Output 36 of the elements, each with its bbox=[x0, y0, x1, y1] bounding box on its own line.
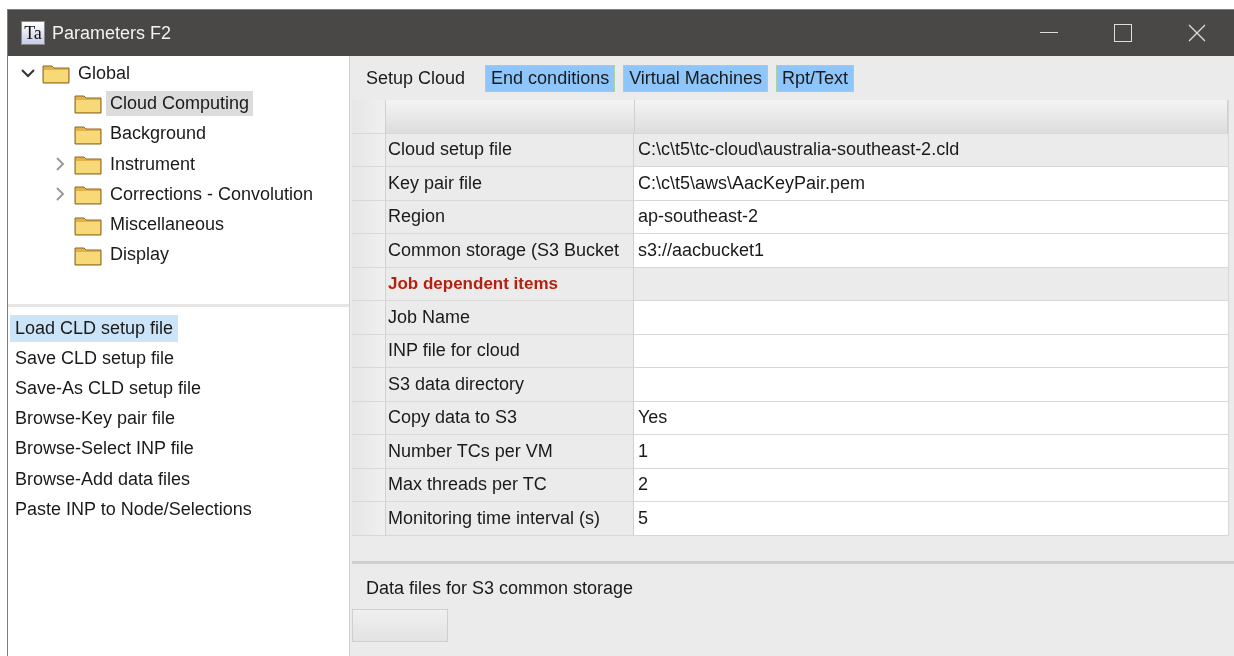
tree-item[interactable]: Display bbox=[106, 242, 174, 268]
action-item[interactable]: Save-As CLD setup file bbox=[10, 374, 207, 402]
action-item[interactable]: Browse-Key pair file bbox=[10, 405, 181, 433]
tree-item[interactable]: Global bbox=[74, 60, 135, 86]
folder-icon bbox=[74, 92, 102, 115]
app-icon: Ta bbox=[21, 21, 45, 45]
action-item[interactable]: Browse-Select INP file bbox=[10, 435, 199, 463]
action-item[interactable]: Browse-Add data files bbox=[10, 465, 196, 493]
property-value[interactable] bbox=[634, 334, 1228, 367]
property-value[interactable]: 2 bbox=[634, 468, 1228, 501]
property-value[interactable]: 1 bbox=[634, 435, 1228, 468]
folder-icon bbox=[74, 183, 102, 206]
tab[interactable]: Virtual Machines bbox=[623, 64, 768, 92]
section-label: Data files for S3 common storage bbox=[366, 577, 635, 599]
tab[interactable]: Rpt/Text bbox=[775, 64, 854, 92]
tab[interactable]: Setup Cloud bbox=[360, 64, 472, 92]
action-item[interactable]: Paste INP to Node/Selections bbox=[10, 495, 257, 523]
folder-icon bbox=[74, 153, 102, 176]
minimize-icon[interactable] bbox=[1040, 32, 1058, 34]
property-value[interactable]: s3://aacbucket1 bbox=[634, 234, 1228, 267]
folder-icon bbox=[42, 62, 70, 85]
action-item[interactable]: Load CLD setup file bbox=[10, 314, 179, 342]
property-value[interactable]: ap-southeast-2 bbox=[634, 200, 1228, 233]
property-value[interactable]: C:\c\t5\aws\AacKeyPair.pem bbox=[634, 167, 1228, 200]
window-title: Parameters F2 bbox=[52, 22, 173, 44]
tree-item[interactable]: Cloud Computing bbox=[106, 90, 254, 116]
tree-item[interactable]: Miscellaneous bbox=[106, 212, 229, 238]
tree-item[interactable]: Corrections - Convolution bbox=[106, 181, 318, 207]
tree-item[interactable]: Background bbox=[106, 121, 211, 147]
property-value[interactable]: Yes bbox=[634, 401, 1228, 434]
tree-item[interactable]: Instrument bbox=[106, 151, 200, 177]
action-item[interactable]: Save CLD setup file bbox=[10, 344, 180, 372]
maximize-icon[interactable] bbox=[1114, 24, 1132, 42]
close-icon[interactable] bbox=[1188, 24, 1206, 42]
tab[interactable]: End conditions bbox=[485, 64, 616, 92]
property-value[interactable]: 5 bbox=[634, 502, 1228, 535]
